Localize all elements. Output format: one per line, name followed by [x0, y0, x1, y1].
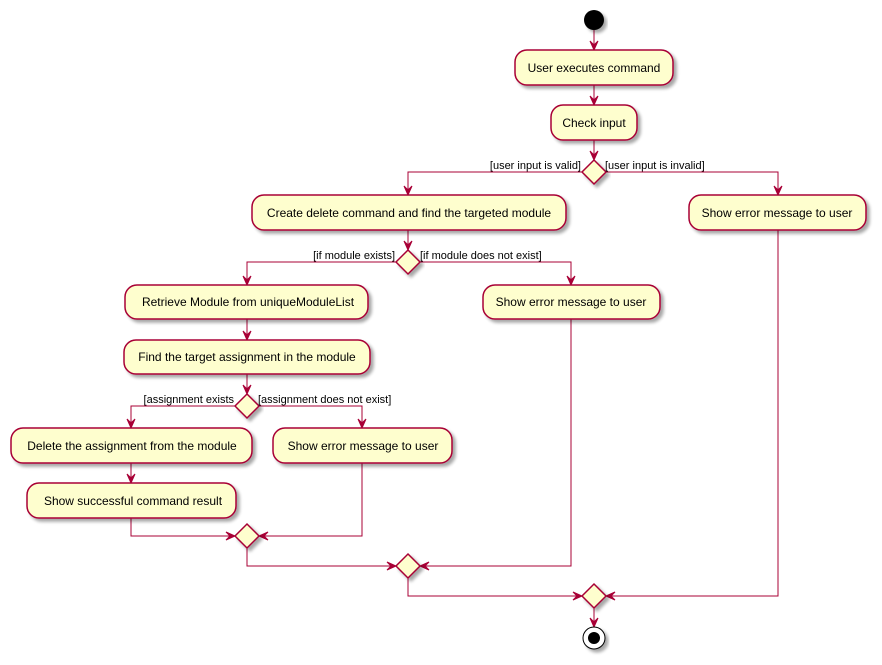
action-label: User executes command — [528, 61, 661, 75]
action-label: Show error message to user — [288, 439, 439, 453]
edge-merge-assignment-to-merge-module — [246, 548, 396, 567]
action-label: Check input — [562, 116, 626, 130]
action-label: Delete the assignment from the module — [27, 439, 237, 453]
action-check-input[interactable]: Check input — [550, 104, 638, 141]
guard-input-invalid: [user input is invalid] — [605, 160, 705, 172]
edge-assignment-exists-to-delete — [130, 405, 235, 428]
edge-module-exists-to-retrieve — [246, 261, 396, 285]
action-show-error-invalid-input[interactable]: Show error message to user — [688, 194, 867, 231]
edge-valid-to-create-delete — [407, 171, 582, 195]
edge-module-missing-to-error — [420, 261, 572, 285]
action-find-target-assignment[interactable]: Find the target assignment in the module — [123, 339, 371, 375]
action-show-successful-result[interactable]: Show successful command result — [26, 482, 237, 519]
action-user-executes-command[interactable]: User executes command — [514, 49, 674, 86]
action-delete-assignment[interactable]: Delete the assignment from the module — [10, 427, 253, 464]
edge-invalid-to-error — [606, 171, 779, 195]
edge-success-to-merge-assignment — [130, 518, 235, 537]
action-label: Retrieve Module from uniqueModuleList — [142, 295, 355, 309]
edge-assignment-missing-to-error — [259, 405, 363, 428]
action-label: Show error message to user — [702, 206, 853, 220]
guard-module-missing: [if module does not exist] — [420, 250, 542, 262]
decision-assignment-exists[interactable] — [233, 392, 261, 420]
start-node — [584, 10, 604, 30]
activity-diagram: User executes command Check input Create… — [10, 10, 867, 650]
edge-merge-module-to-merge-input — [407, 578, 582, 597]
action-show-error-no-assignment[interactable]: Show error message to user — [272, 427, 453, 464]
arrowheads — [126, 40, 783, 629]
edge-error-assignment-to-merge-assignment — [259, 463, 363, 537]
guard-assignment-exists: [assignment exists — [144, 394, 235, 406]
action-show-error-no-module[interactable]: Show error message to user — [482, 284, 661, 320]
action-label: Create delete command and find the targe… — [267, 206, 552, 220]
end-node — [582, 626, 606, 650]
decision-input-valid[interactable] — [580, 158, 608, 186]
merge-input[interactable] — [580, 582, 608, 610]
guard-assignment-missing: [assignment does not exist] — [258, 394, 391, 406]
merge-module[interactable] — [394, 552, 422, 580]
guard-input-valid: [user input is valid] — [490, 160, 581, 172]
action-label: Show error message to user — [496, 295, 647, 309]
action-label: Find the target assignment in the module — [138, 350, 356, 364]
merge-assignment[interactable] — [233, 522, 261, 550]
guard-module-exists: [if module exists] — [313, 250, 395, 262]
action-retrieve-module[interactable]: Retrieve Module from uniqueModuleList — [124, 284, 369, 320]
decision-module-exists[interactable] — [394, 248, 422, 276]
action-label: Show successful command result — [44, 494, 223, 508]
action-create-delete-command[interactable]: Create delete command and find the targe… — [251, 194, 567, 231]
